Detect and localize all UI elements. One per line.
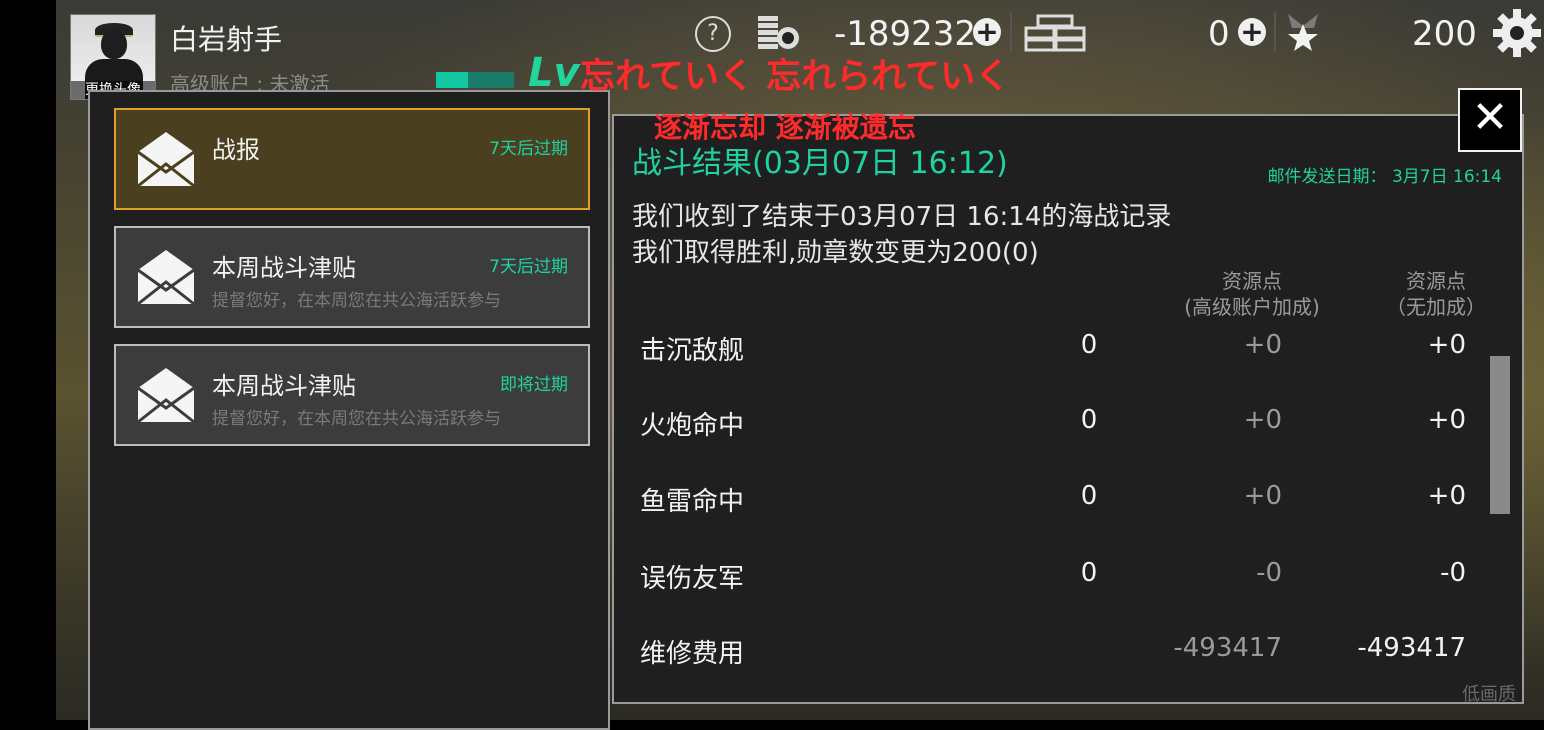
score-value: 200 [1412, 14, 1477, 54]
divider [1274, 12, 1276, 52]
mail-title: 战报 [212, 136, 260, 164]
mail-item-weekly-allowance[interactable]: 本周战斗津贴 7天后过期 提督您好，在本周您在共公海活跃参与 [114, 226, 590, 328]
close-button[interactable]: ✕ [1458, 88, 1522, 152]
row-base-value: +0 [1427, 481, 1466, 511]
overlay-caption-chinese: 逐渐忘却 逐渐被遗忘 [654, 111, 916, 144]
mail-list-panel: 战报 7天后过期 本周战斗津贴 7天后过期 提督您好，在本周您在共公海活跃参与 … [88, 90, 610, 730]
player-name: 白岩射手 [170, 23, 283, 56]
row-label: 误伤友军 [640, 564, 745, 594]
open-envelope-icon [137, 368, 195, 424]
row-base-value: +0 [1427, 405, 1466, 435]
row-base-value: -493417 [1357, 633, 1466, 663]
scrollbar-thumb[interactable] [1490, 356, 1510, 514]
avatar[interactable]: 更换头像 [70, 14, 156, 100]
captain-head [101, 29, 127, 59]
open-envelope-icon [137, 132, 195, 188]
row-count: 0 [1080, 481, 1098, 511]
report-scrollbar[interactable] [1490, 356, 1510, 686]
overlay-caption-japanese: 忘れていく 忘れられていく [580, 57, 1011, 97]
report-message-line: 我们取得胜利,勋章数变更为200(0) [632, 238, 1039, 268]
supply-crate-icon[interactable] [1024, 14, 1086, 52]
row-premium-value: +0 [1243, 481, 1282, 511]
column-header-premium: 资源点 (高级账户加成) [1184, 269, 1320, 319]
level-progress-bar [436, 72, 514, 88]
row-count: 0 [1080, 558, 1098, 588]
column-header-base: 资源点 （无加成） [1386, 269, 1486, 319]
star-medal-icon [1288, 14, 1318, 51]
row-premium-value: -0 [1256, 558, 1282, 588]
report-message-line: 我们收到了结束于03月07日 16:14的海战记录 [632, 202, 1172, 232]
mail-expiry: 即将过期 [500, 375, 568, 395]
mail-item-battle-report[interactable]: 战报 7天后过期 [114, 108, 590, 210]
row-premium-value: +0 [1243, 405, 1282, 435]
row-base-value: +0 [1427, 330, 1466, 360]
gear-icon[interactable] [1492, 8, 1542, 58]
mail-item-weekly-allowance[interactable]: 本周战斗津贴 即将过期 提督您好，在本周您在共公海活跃参与 [114, 344, 590, 446]
medal-count: 0 [1208, 14, 1230, 54]
row-label: 鱼雷命中 [640, 487, 745, 517]
row-premium-value: +0 [1243, 330, 1282, 360]
mail-title: 本周战斗津贴 [212, 254, 356, 282]
quality-label[interactable]: 低画质 [1462, 680, 1516, 706]
row-count: 0 [1080, 330, 1098, 360]
open-envelope-icon [137, 250, 195, 306]
divider [1010, 12, 1012, 52]
mail-expiry: 7天后过期 [489, 139, 568, 159]
mail-title: 本周战斗津贴 [212, 372, 356, 400]
row-label: 击沉敌舰 [640, 336, 745, 366]
row-label: 火炮命中 [640, 411, 745, 441]
mail-preview: 提督您好，在本周您在共公海活跃参与 [212, 291, 501, 311]
row-label: 维修费用 [640, 639, 745, 669]
add-currency-plus-icon[interactable]: + [973, 18, 1001, 46]
row-premium-value: -493417 [1173, 633, 1282, 663]
send-date: 邮件发送日期： 3月7日 16:14 [1267, 167, 1502, 187]
row-count: 0 [1080, 405, 1098, 435]
coins-icon [758, 16, 799, 49]
help-icon[interactable]: ? [695, 16, 731, 52]
mail-preview: 提督您好，在本周您在共公海活跃参与 [212, 409, 501, 429]
row-base-value: -0 [1440, 558, 1466, 588]
mail-expiry: 7天后过期 [489, 257, 568, 277]
add-medal-plus-icon[interactable]: + [1238, 18, 1266, 46]
